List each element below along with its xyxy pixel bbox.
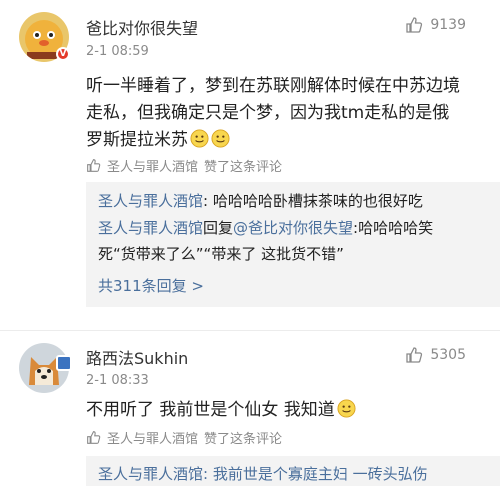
comment-body-line: 走私，但我确定只是个梦，因为我tm走私的是俄 <box>86 103 450 123</box>
reply-item-continuation: 死“货带来了么”“带来了 这批货不错” <box>98 245 344 263</box>
comment-body-line: 听一半睡着了，梦到在苏联刚解体时候在中苏边境 <box>86 76 460 96</box>
reply-mention[interactable]: @爸比对你很失望 <box>233 219 353 237</box>
comment-1: V 爸比对你很失望 2-1 08:59 9139 听一半睡着了，梦到在苏联刚解体… <box>0 0 500 330</box>
liker-name[interactable]: 圣人与罪人酒馆 <box>107 156 198 175</box>
smile-emoji-icon <box>211 129 230 148</box>
comment-body: 听一半睡着了，梦到在苏联刚解体时候在中苏边境 走私，但我确定只是个梦，因为我tm… <box>86 73 476 154</box>
like-button[interactable]: 5305 <box>405 346 466 364</box>
reply-box: 圣人与罪人酒馆: 我前世是个寡庭主妇 一砖头弘伤 <box>86 456 500 486</box>
like-button[interactable]: 9139 <box>405 16 466 34</box>
comment-2: 路西法Sukhin 2-1 08:33 5305 不用听了 我前世是个仙女 我知… <box>0 331 500 486</box>
more-replies-link[interactable]: 共311条回复 > <box>98 275 204 296</box>
comment-username[interactable]: 爸比对你很失望 <box>86 15 198 39</box>
smile-emoji-icon <box>190 129 209 148</box>
comment-time: 2-1 08:59 <box>86 44 149 59</box>
thumbs-up-icon <box>87 159 101 172</box>
liker-name[interactable]: 圣人与罪人酒馆 <box>107 428 198 447</box>
comment-time: 2-1 08:33 <box>86 373 149 388</box>
thumbs-up-icon <box>87 431 101 444</box>
smile-emoji-icon <box>337 399 356 418</box>
thumbs-up-icon <box>406 17 423 33</box>
liked-suffix: 赞了这条评论 <box>204 432 283 447</box>
verified-badge-icon <box>56 355 72 371</box>
comment-body-line: 罗斯提拉米苏 <box>86 127 476 154</box>
reply-box: 圣人与罪人酒馆: 哈哈哈哈卧槽抹茶味的也很好吃 圣人与罪人酒馆回复@爸比对你很失… <box>86 182 500 307</box>
comment-username[interactable]: 路西法Sukhin <box>86 345 188 369</box>
comment-body: 不用听了 我前世是个仙女 我知道 <box>86 397 476 424</box>
like-count: 5305 <box>430 347 466 363</box>
reply-item-partial[interactable]: 圣人与罪人酒馆: 我前世是个寡庭主妇 一砖头弘伤 <box>98 462 428 486</box>
reply-author[interactable]: 圣人与罪人酒馆 <box>98 219 203 237</box>
like-count: 9139 <box>430 17 466 33</box>
reply-author[interactable]: 圣人与罪人酒馆 <box>98 192 203 210</box>
liked-by-row: 圣人与罪人酒馆 赞了这条评论 <box>86 428 282 447</box>
thumbs-up-icon <box>406 347 423 363</box>
reply-item[interactable]: 圣人与罪人酒馆: 哈哈哈哈卧槽抹茶味的也很好吃 <box>98 189 423 214</box>
liked-suffix: 赞了这条评论 <box>204 160 283 175</box>
comment-body-line: 不用听了 我前世是个仙女 我知道 <box>86 397 476 424</box>
reply-item[interactable]: 圣人与罪人酒馆回复@爸比对你很失望:哈哈哈哈笑 <box>98 216 433 241</box>
verified-badge-icon: V <box>56 47 70 61</box>
liked-by-row: 圣人与罪人酒馆 赞了这条评论 <box>86 156 282 175</box>
